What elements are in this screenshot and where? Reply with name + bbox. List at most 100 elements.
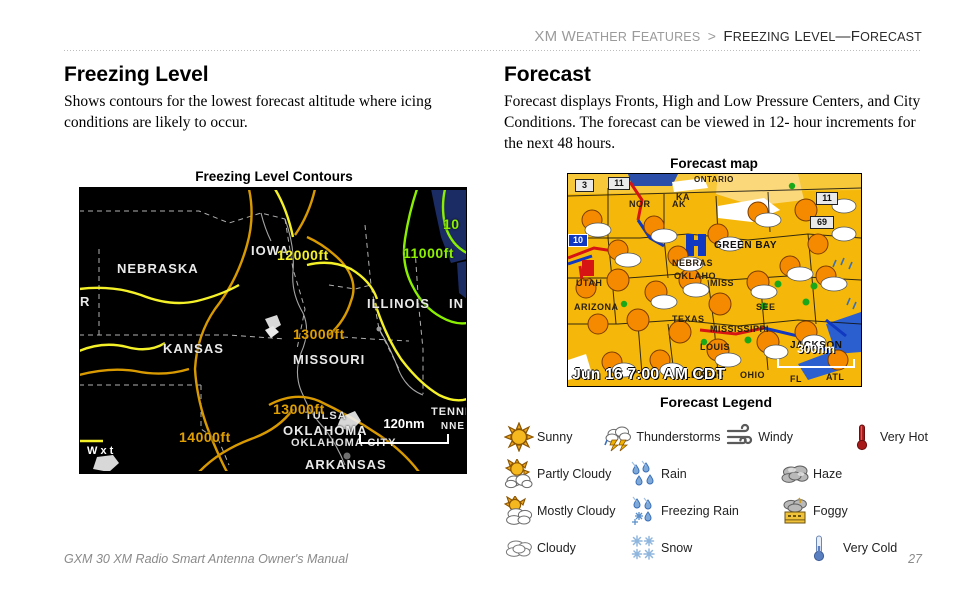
forecast-scale-bar: 300nm [777,342,855,368]
contour-label-14000: 14000ft [179,429,231,445]
map-label-arkansas: ARKANSAS [305,457,387,472]
fmap-label-ontario: ONTARIO [694,175,734,184]
fmap-label-louisiana: LOUIS [700,342,731,352]
legend-item-very-hot: Very Hot [847,422,928,452]
legend-item-cloudy: Cloudy [504,533,628,563]
breadcrumb-prefix: XM WEATHER FEATURES [534,28,704,45]
forecast-timestamp: Jun 16 7:00 AM CDT [572,366,726,383]
thunderstorms-icon [603,422,633,452]
legend-item-snow: Snow [628,533,780,563]
map-label-indiana: IN [449,296,464,311]
legend-label: Very Hot [880,429,928,444]
fmap-label-arizona: ARIZONA [574,302,619,312]
fmap-label-green-bay: GREEN BAY [714,240,778,251]
map-label-kansas: KANSAS [163,341,224,356]
fmap-label-miss: MISS [710,278,735,288]
legend-item-partly-cloudy: Partly Cloudy [504,458,628,489]
contour-label-10000: 10 [443,216,460,232]
legend-label: Freezing Rain [661,503,739,518]
map-label-oklahoma: OKLAHOMA [283,423,368,438]
legend-label: Thunderstorms [636,429,721,444]
legend-label: Very Cold [843,540,898,555]
legend-row: Sunny Thunderstorms Windy Very Hot [504,418,928,455]
legend-row: Partly Cloudy Rain Haze [504,455,928,492]
forecast-figure-caption: Forecast map [670,156,758,171]
legend-item-foggy: Foggy [780,496,848,526]
highway-shield-3: 3 [575,179,594,192]
footer-page-number: 27 [908,552,922,566]
fmap-label-florida: FL [790,374,802,384]
legend-label: Cloudy [537,540,576,555]
freezing-level-figure-caption: Freezing Level Contours [195,169,353,184]
fmap-label-tennessee: SEE [756,302,776,312]
legend-label: Foggy [813,503,848,518]
map-label-edge: R [80,294,91,309]
breadcrumb-prefix-text: XM WEATHER FEATURES [534,28,701,45]
left-column: Freezing Level Shows contours for the lo… [64,63,484,133]
map-label-nebraska: NEBRASKA [117,261,199,276]
freezing-rain-icon [628,496,658,526]
legend-row: Mostly Cloudy Freezing Rain Foggy [504,492,928,529]
very-cold-icon [804,533,834,563]
legend-label: Windy [758,429,793,444]
map-scale-bar: 120nm [359,416,449,444]
snow-icon [628,533,658,563]
legend-label: Partly Cloudy [537,466,612,481]
freezing-level-heading: Freezing Level [64,63,209,86]
contour-label-13000-b: 13000ft [273,401,325,417]
map-label-missouri: MISSOURI [293,352,366,367]
right-column: Forecast Forecast displays Fronts, High … [504,63,924,154]
map-direction-indicator: NNE [440,421,465,432]
legend-item-very-cold: Very Cold [780,533,897,563]
legend-label: Mostly Cloudy [537,503,616,518]
breadcrumb-separator: > [707,28,716,44]
freezing-level-body: Shows contours for the lowest forecast a… [64,93,432,131]
forecast-body: Forecast displays Fronts, High and Low P… [504,93,921,152]
legend-item-windy: Windy [725,422,847,452]
header-divider [64,50,922,51]
rain-icon [628,459,658,489]
highway-shield-10: 10 [568,234,588,247]
forecast-heading: Forecast [504,63,591,86]
fmap-label-ohio: OHIO [740,370,766,380]
legend-item-rain: Rain [628,459,780,489]
forecast-legend-grid: Sunny Thunderstorms Windy Very Hot Partl… [504,418,928,566]
cloudy-icon [504,533,534,563]
highway-shield-69: 69 [810,216,834,229]
fmap-label-north: NOR [629,199,651,209]
forecast-scale-label: 300nm [796,342,836,357]
map-compass: W x t [87,445,114,457]
highway-shield-11a: 11 [608,177,630,190]
contour-label-13000-a: 13000ft [293,326,345,342]
freezing-level-map: NEBRASKA IOWA ILLINOIS IN KANSAS MISSOUR… [79,187,467,474]
legend-item-mostly-cloudy: Mostly Cloudy [504,495,628,526]
legend-item-sunny: Sunny [504,421,603,452]
map-scale-label: 120nm [383,416,425,431]
sunny-icon [504,421,534,452]
legend-label: Sunny [537,429,573,444]
header-section-title: FREEZING LEVEL—FORECAST [723,28,922,45]
footer-manual-title: GXM 30 XM Radio Smart Antenna Owner's Ma… [64,552,348,566]
legend-row: Cloudy Snow Very Cold [504,529,928,566]
windy-icon [725,422,755,452]
fmap-label-nebraska: NEBRAS [672,258,714,268]
legend-label: Haze [813,466,843,481]
foggy-icon [780,496,810,526]
contour-label-12000: 12000ft [277,247,329,263]
map-label-illinois: ILLINOIS [367,296,430,311]
highway-shield-11b: 11 [816,192,838,205]
fmap-label-ka: KA [676,192,690,202]
manual-page: XM WEATHER FEATURES > FREEZING LEVEL—FOR… [0,0,954,614]
forecast-legend-title: Forecast Legend [659,394,773,410]
legend-item-thunderstorms: Thunderstorms [603,422,725,452]
forecast-map: ONTARIO NOR AK NEBRAS UTAH ARIZONA KA OK… [567,173,862,387]
partly-cloudy-icon [504,458,534,489]
fmap-label-texas: TEXAS [672,314,705,324]
haze-icon [780,459,810,489]
contour-label-11000: 11000ft [403,245,454,261]
legend-label: Snow [661,540,693,555]
fmap-label-utah: UTAH [576,278,603,288]
legend-label: Rain [661,466,687,481]
legend-item-freezing-rain: Freezing Rain [628,496,780,526]
very-hot-icon [847,422,877,452]
